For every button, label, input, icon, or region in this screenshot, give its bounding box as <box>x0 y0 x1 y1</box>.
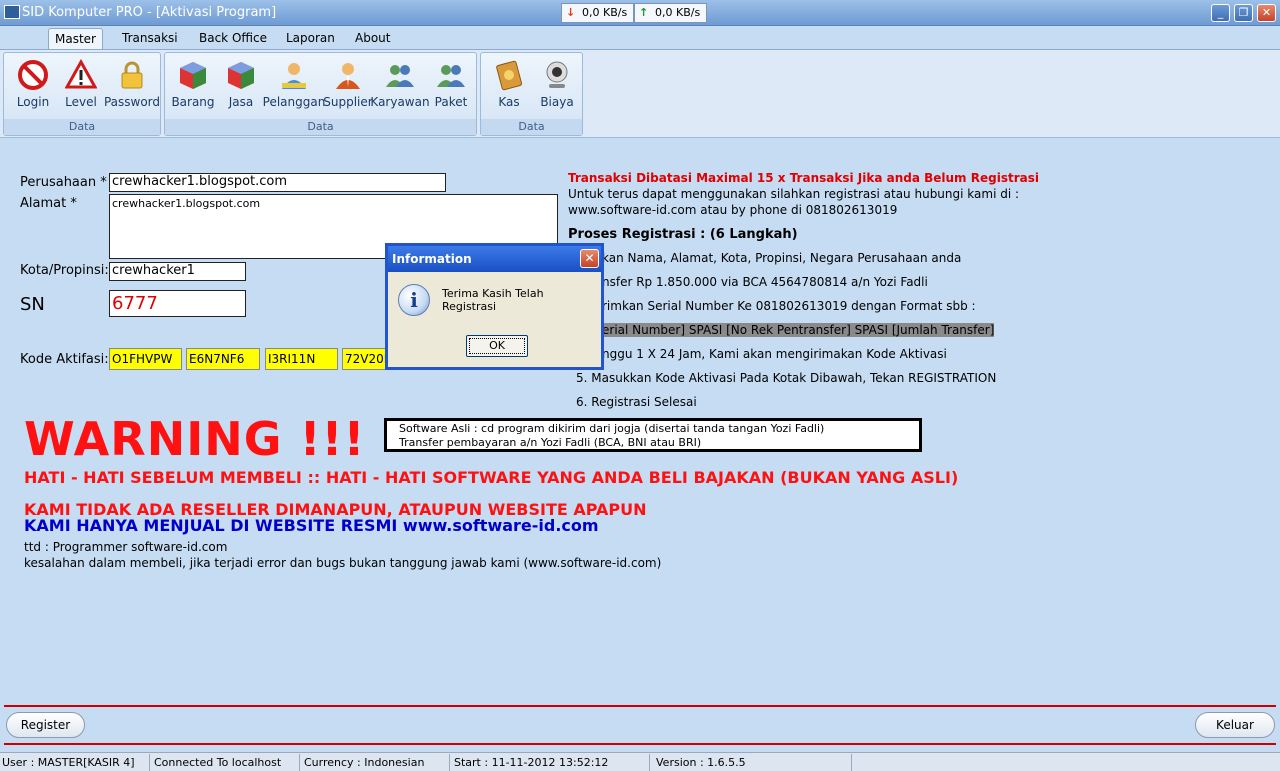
users-icon <box>437 65 465 87</box>
signature-text: ttd : Programmer software-id.com <box>24 540 228 554</box>
restore-button[interactable]: ❐ <box>1234 4 1253 22</box>
information-dialog: Information ✕ i Terima Kasih Telah Regis… <box>385 243 604 370</box>
tab-transaksi[interactable]: Transaksi <box>116 28 184 49</box>
kode-aktifasi-input-2[interactable]: E6N7NF6 <box>186 348 260 370</box>
ribbon-tabs: Master Transaksi Back Office Laporan Abo… <box>0 26 1280 49</box>
kode-aktifasi-input-1[interactable]: O1FHVPW <box>109 348 182 370</box>
dialog-message: Terima Kasih Telah Registrasi <box>442 287 544 313</box>
status-connection: Connected To localhost <box>152 754 300 771</box>
group-label: Data <box>4 119 160 135</box>
dialog-close-button[interactable]: ✕ <box>580 249 599 268</box>
perusahaan-label: Perusahaan * <box>20 175 107 190</box>
ribbon-group-1: Login Level Password Data <box>3 52 161 136</box>
warning-line: HATI - HATI SEBELUM MEMBELI :: HATI - HA… <box>24 468 959 487</box>
webcam-icon <box>546 61 568 88</box>
box-icon <box>180 62 206 89</box>
ribbon-group-3: Kas Biaya Data <box>480 52 583 136</box>
kota-label: Kota/Propinsi: <box>20 263 109 278</box>
arrow-down-icon: ↓ <box>566 6 576 19</box>
registration-step: 5. Masukkan Kode Aktivasi Pada Kotak Dib… <box>576 371 997 385</box>
password-button[interactable]: Password <box>104 55 160 111</box>
ribbon-panel: Login Level Password Data Barang Jasa Pe… <box>0 49 1280 138</box>
sn-label: SN <box>20 294 45 315</box>
kode-aktifasi-input-3[interactable]: I3RI11N <box>265 348 338 370</box>
no-entry-icon <box>18 60 48 90</box>
registration-step: 6. Registrasi Selesai <box>576 395 697 409</box>
kode-aktifasi-input-4[interactable]: 72V20I <box>342 348 386 370</box>
divider <box>4 743 1276 745</box>
sn-input[interactable]: 6777 <box>109 290 246 317</box>
status-user: User : MASTER[KASIR 4] <box>0 754 150 771</box>
dialog-title: Information <box>388 246 601 272</box>
registration-steps-heading: Proses Registrasi : (6 Langkah) <box>568 227 798 242</box>
arrow-up-icon: ↑ <box>639 6 649 19</box>
transaction-limit-notice: Transaksi Dibatasi Maximal 15 x Transaks… <box>568 171 1039 185</box>
status-version: Version : 1.6.5.5 <box>654 754 852 771</box>
perusahaan-input[interactable]: crewhacker1.blogspot.com <box>109 173 446 192</box>
status-start-time: Start : 11-11-2012 13:52:12 <box>452 754 650 771</box>
alamat-label: Alamat * <box>20 196 77 211</box>
disclaimer-text: kesalahan dalam membeli, jika terjadi er… <box>24 556 662 570</box>
cash-book-icon <box>496 60 523 91</box>
registration-step: nsfer Rp 1.850.000 via BCA 4564780814 a/… <box>602 275 928 289</box>
users-icon <box>386 65 414 87</box>
biaya-button[interactable]: Biaya <box>532 55 582 111</box>
divider <box>4 705 1276 707</box>
warning-line: KAMI HANYA MENJUAL DI WEBSITE RESMI www.… <box>24 516 599 535</box>
kode-aktifasi-label: Kode Aktifasi: <box>20 352 109 367</box>
warning-triangle-icon <box>65 59 97 89</box>
businessman-icon <box>336 63 360 89</box>
network-upload-indicator: ↑ 0,0 KB/s <box>634 3 707 23</box>
tab-back-office[interactable]: Back Office <box>193 28 273 49</box>
register-button[interactable]: Register <box>6 712 85 738</box>
serial-format-text: erial Number] SPASI [No Rek Pentransfer]… <box>602 323 995 337</box>
ribbon-group-2: Barang Jasa Pelanggan Supplier Karyawan … <box>164 52 477 136</box>
original-software-notice: Software Asli : cd program dikirim dari … <box>384 418 922 452</box>
registration-step: nggu 1 X 24 Jam, Kami akan mengirimakan … <box>602 347 947 361</box>
kota-input[interactable]: crewhacker1 <box>109 262 246 281</box>
registration-step: kan Nama, Alamat, Kota, Propinsi, Negara… <box>602 251 962 265</box>
status-bar: User : MASTER[KASIR 4] Connected To loca… <box>0 752 1280 771</box>
info-text: www.software-id.com atau by phone di 081… <box>568 203 898 217</box>
tab-laporan[interactable]: Laporan <box>280 28 341 49</box>
box-icon <box>228 62 254 89</box>
paket-button[interactable]: Paket <box>426 55 476 111</box>
pelanggan-button[interactable]: Pelanggan <box>263 55 325 111</box>
info-icon: i <box>398 284 430 316</box>
ok-button[interactable]: OK <box>466 335 528 357</box>
title-bar: SID Komputer PRO - [Aktivasi Program] ↓ … <box>0 0 1280 26</box>
tab-about[interactable]: About <box>349 28 396 49</box>
app-icon <box>4 5 20 19</box>
registration-step: rimkan Serial Number Ke 081802613019 den… <box>602 299 976 313</box>
network-download-indicator: ↓ 0,0 KB/s <box>561 3 634 23</box>
window-title: SID Komputer PRO - [Aktivasi Program] <box>22 5 277 20</box>
keluar-button[interactable]: Keluar <box>1195 712 1275 738</box>
group-label: Data <box>165 119 476 135</box>
tab-master[interactable]: Master <box>48 28 103 49</box>
close-button[interactable]: ✕ <box>1257 4 1276 22</box>
group-label: Data <box>481 119 582 135</box>
status-currency: Currency : Indonesian <box>302 754 450 771</box>
minimize-button[interactable]: _ <box>1211 4 1230 22</box>
lock-icon <box>121 61 143 89</box>
info-text: Untuk terus dapat menggunakan silahkan r… <box>568 187 1020 201</box>
warning-heading: WARNING !!! <box>24 412 366 466</box>
customer-icon <box>282 63 306 89</box>
